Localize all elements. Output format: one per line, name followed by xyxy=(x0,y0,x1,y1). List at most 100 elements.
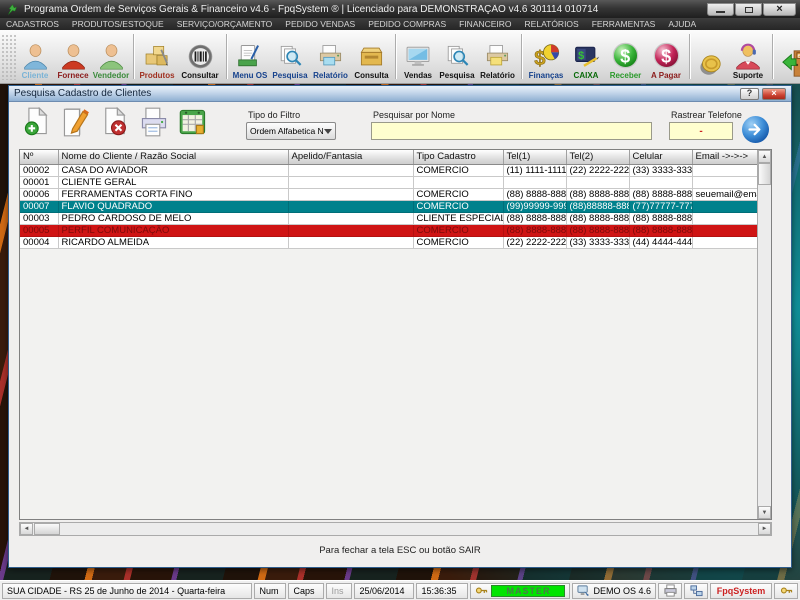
column-header[interactable]: Tipo Cadastro xyxy=(413,150,503,164)
status-num-lock: Num xyxy=(254,583,286,599)
column-header[interactable]: Nº xyxy=(20,150,58,164)
pay-dollar-icon: $ xyxy=(652,41,681,70)
toolbar-button-relatorio-vendas[interactable]: Relatório xyxy=(477,30,518,83)
table-row[interactable]: 00004RICARDO ALMEIDACOMERCIO(22) 2222-22… xyxy=(20,236,757,248)
horizontal-scroll-thumb[interactable] xyxy=(34,523,60,535)
table-cell: COMERCIO xyxy=(413,236,503,248)
client-table: NºNome do Cliente / Razão SocialApelido/… xyxy=(20,150,757,249)
table-cell: 00001 xyxy=(20,176,58,188)
column-header[interactable]: Tel(2) xyxy=(566,150,629,164)
table-cell: 00002 xyxy=(20,164,58,176)
menu-ajuda[interactable]: AJUDA xyxy=(668,19,696,29)
toolbar-button-vendedor[interactable]: Vendedor xyxy=(92,30,130,83)
column-header[interactable]: Apelido/Fantasia xyxy=(288,150,413,164)
search-name-input[interactable] xyxy=(371,122,652,140)
table-cell: 00004 xyxy=(20,236,58,248)
table-header-row: NºNome do Cliente / Razão SocialApelido/… xyxy=(20,150,757,164)
table-row[interactable]: 00002CASA DO AVIADORCOMERCIO(11) 1111-11… xyxy=(20,164,757,176)
dialog-help-button[interactable]: ? xyxy=(740,88,759,100)
toolbar-button-caixa[interactable]: $ CAIXA xyxy=(567,30,605,83)
toolbar-button-produtos[interactable]: Produtos xyxy=(137,30,177,83)
table-cell xyxy=(692,200,757,212)
seller-person-icon xyxy=(98,43,125,70)
menu-servico-orcamento[interactable]: SERVIÇO/ORÇAMENTO xyxy=(177,19,273,29)
search-docs-icon xyxy=(277,43,304,70)
scroll-up-icon[interactable]: ▲ xyxy=(758,150,771,163)
toolbar-button-receber[interactable]: $ Receber xyxy=(605,30,646,83)
dialog-close-button[interactable]: × xyxy=(762,88,786,100)
scroll-down-icon[interactable]: ▼ xyxy=(758,506,771,519)
column-header[interactable]: Tel(1) xyxy=(503,150,566,164)
toolbar-button-consulta-os[interactable]: Consulta xyxy=(351,30,392,83)
table-row[interactable]: 00007FLAVIO QUADRADOCOMERCIO(99)99999-99… xyxy=(20,200,757,212)
chevron-down-icon xyxy=(324,129,332,134)
minimize-button[interactable] xyxy=(707,3,734,16)
toolbar-separator xyxy=(395,34,396,79)
new-record-icon[interactable] xyxy=(23,107,51,137)
coin-icon xyxy=(697,52,724,79)
menu-pedido-compras[interactable]: PEDIDO COMPRAS xyxy=(368,19,446,29)
product-boxes-icon xyxy=(143,43,171,70)
table-cell xyxy=(692,164,757,176)
menu-pedido-vendas[interactable]: PEDIDO VENDAS xyxy=(285,19,355,29)
toolbar-button-vendas[interactable]: Vendas xyxy=(399,30,437,83)
menu-bar: CADASTROS PRODUTOS/ESTOQUE SERVIÇO/ORÇAM… xyxy=(0,18,800,30)
status-printer-panel[interactable] xyxy=(658,583,682,599)
toolbar-button-pesquisa-vendas[interactable]: Pesquisa xyxy=(437,30,477,83)
table-row[interactable]: 00006FERRAMENTAS CORTA FINOCOMERCIO(88) … xyxy=(20,188,757,200)
toolbar-button-financas[interactable]: $ Finanças xyxy=(525,30,567,83)
toolbar-button-coin[interactable] xyxy=(693,30,727,83)
table-cell: CLIENTE ESPECIAL xyxy=(413,212,503,224)
toolbar-button-a-pagar[interactable]: $ A Pagar xyxy=(646,30,686,83)
window-title: Programa Ordem de Serviços Gerais & Fina… xyxy=(24,4,703,15)
toolbar-button-menu-os[interactable]: Menu OS xyxy=(230,30,270,83)
table-cell xyxy=(413,176,503,188)
close-button[interactable] xyxy=(763,3,796,16)
vertical-scroll-thumb[interactable] xyxy=(758,163,771,185)
restore-button[interactable] xyxy=(735,3,762,16)
edit-record-icon[interactable] xyxy=(62,107,90,137)
table-row[interactable]: 00001CLIENTE GERAL xyxy=(20,176,757,188)
menu-produtos-estoque[interactable]: PRODUTOS/ESTOQUE xyxy=(72,19,164,29)
table-cell: RICARDO ALMEIDA xyxy=(58,236,288,248)
table-cell: (33) 3333-3333 xyxy=(629,164,692,176)
column-header[interactable]: Celular xyxy=(629,150,692,164)
filter-type-select[interactable]: Ordem Alfabetica Nome xyxy=(246,122,336,140)
table-cell: (44) 4444-4444 xyxy=(629,236,692,248)
toolbar-button-sair[interactable]: EXIT xyxy=(776,30,800,83)
scroll-left-icon[interactable]: ◄ xyxy=(20,523,33,535)
phone-trace-input[interactable] xyxy=(669,122,733,140)
scroll-right-icon[interactable]: ► xyxy=(758,523,771,535)
table-cell: (88) 8888-8888 xyxy=(566,188,629,200)
toolbar-button-fornece[interactable]: Fornece xyxy=(54,30,92,83)
column-header[interactable]: Email ->->-> xyxy=(692,150,757,164)
table-row[interactable]: 00005PERFIL COMUNICAÇÃOCOMERCIO(88) 8888… xyxy=(20,224,757,236)
status-network-panel[interactable] xyxy=(684,583,708,599)
toolbar-button-cliente[interactable]: Cliente xyxy=(16,30,54,83)
toolbar-button-consultar[interactable]: Consultar xyxy=(177,30,223,83)
horizontal-scrollbar[interactable]: ◄ ► xyxy=(19,522,772,536)
sales-monitor-icon xyxy=(404,43,432,70)
print-record-icon[interactable] xyxy=(140,107,168,137)
calendar-icon[interactable] xyxy=(179,107,207,137)
menu-financeiro[interactable]: FINANCEIRO xyxy=(459,19,511,29)
menu-relatorios[interactable]: RELATÓRIOS xyxy=(525,19,579,29)
table-cell: (88) 8888-8888 xyxy=(629,212,692,224)
vertical-scrollbar[interactable]: ▲ ▼ xyxy=(757,150,771,519)
toolbar-button-pesquisa-os[interactable]: Pesquisa xyxy=(270,30,310,83)
table-row[interactable]: 00003PEDRO CARDOSO DE MELOCLIENTE ESPECI… xyxy=(20,212,757,224)
column-header[interactable]: Nome do Cliente / Razão Social xyxy=(58,150,288,164)
table-cell: 00005 xyxy=(20,224,58,236)
table-cell: (88) 8888-8888 xyxy=(503,188,566,200)
search-go-button[interactable] xyxy=(742,116,769,143)
window-titlebar: Programa Ordem de Serviços Gerais & Fina… xyxy=(0,0,800,18)
toolbar-button-suporte[interactable]: Suporte xyxy=(727,30,769,83)
printer-icon xyxy=(664,584,677,597)
service-order-icon xyxy=(237,43,264,70)
menu-ferramentas[interactable]: FERRAMENTAS xyxy=(592,19,656,29)
menu-cadastros[interactable]: CADASTROS xyxy=(6,19,59,29)
toolbar-button-relatorio-os[interactable]: Relatório xyxy=(310,30,351,83)
status-key-panel[interactable] xyxy=(774,583,798,599)
delete-record-icon[interactable] xyxy=(101,107,129,137)
archive-drawer-icon xyxy=(358,43,385,70)
